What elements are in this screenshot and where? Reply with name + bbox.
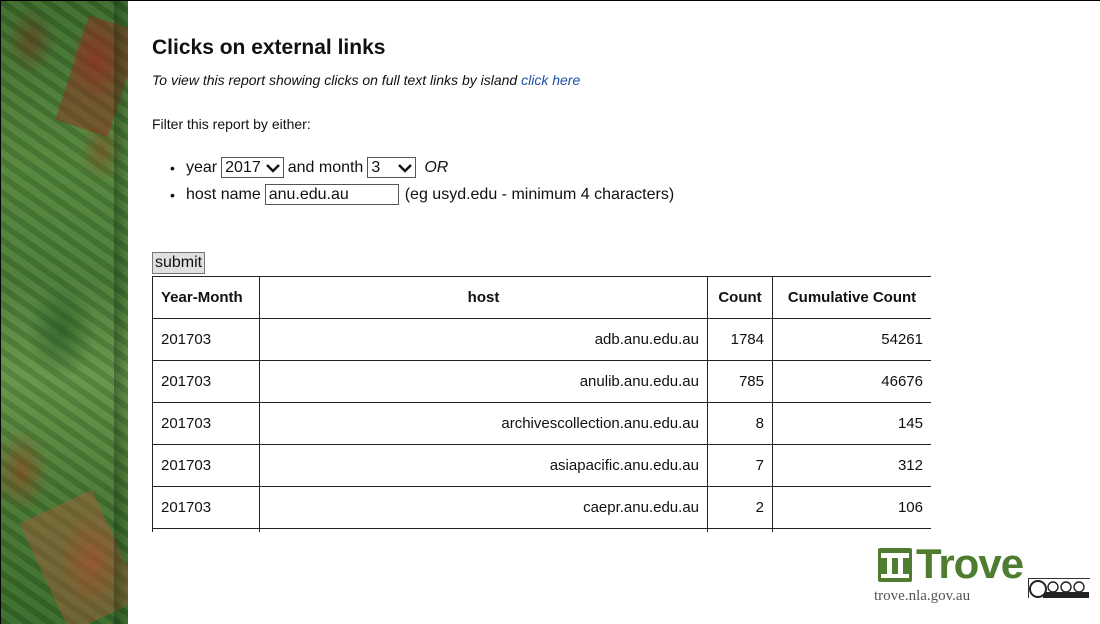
cell-host (259, 528, 708, 532)
table-row: 201703 archivescollection.anu.edu.au 8 1… (152, 402, 931, 445)
chevron-down-icon (265, 162, 280, 174)
and-month-label: and month (287, 158, 364, 176)
table-row: 201703 asiapacific.anu.edu.au 7 312 (152, 444, 931, 487)
cell-host: archivescollection.anu.edu.au (259, 402, 708, 445)
cell-cumulative-count (772, 528, 931, 532)
decorative-banner (1, 1, 128, 624)
cell-count: 2 (707, 486, 773, 529)
report-table: Year-Month host Count Cumulative Count 2… (152, 276, 931, 532)
cell-host: asiapacific.anu.edu.au (259, 444, 708, 487)
trove-logo-url: trove.nla.gov.au (874, 588, 971, 604)
col-header-count: Count (707, 276, 773, 319)
banner-edge (114, 1, 128, 624)
col-header-host: host (259, 276, 708, 319)
table-row: 201703 adb.anu.edu.au 1784 54261 (152, 318, 931, 361)
table-row: 201703 anulib.anu.edu.au 785 46676 (152, 360, 931, 403)
cell-year-month (152, 528, 260, 532)
cell-host: adb.anu.edu.au (259, 318, 708, 361)
cell-cumulative-count: 145 (772, 402, 931, 445)
trove-logo: Trove trove.nla.gov.au (870, 540, 1025, 610)
trove-logo-icon (878, 548, 912, 582)
month-select-value: 3 (371, 158, 381, 176)
cell-cumulative-count: 312 (772, 444, 931, 487)
cell-count: 8 (707, 402, 773, 445)
page-title: Clicks on external links (152, 36, 386, 59)
report-subtitle: To view this report showing clicks on fu… (152, 72, 580, 88)
submit-button[interactable]: submit (152, 252, 206, 274)
cell-cumulative-count: 54261 (772, 318, 931, 361)
filter-intro: Filter this report by either: (152, 116, 311, 132)
cell-count (707, 528, 773, 532)
cell-host: anulib.anu.edu.au (259, 360, 708, 403)
cell-year-month: 201703 (152, 402, 260, 445)
creative-commons-badge-icon (1028, 578, 1091, 599)
table-row: 201703 caepr.anu.edu.au 2 106 (152, 486, 931, 529)
col-header-year-month: Year-Month (152, 276, 260, 319)
report-table-viewport: Year-Month host Count Cumulative Count 2… (152, 276, 931, 532)
filter-list: year 2017 and month 3 OR host name (eg u… (170, 154, 675, 208)
cell-cumulative-count: 46676 (772, 360, 931, 403)
host-name-input[interactable] (264, 184, 399, 205)
frame-top-border (0, 0, 1100, 1)
cell-count: 1784 (707, 318, 773, 361)
click-here-link[interactable]: click here (521, 72, 580, 88)
host-name-hint: (eg usyd.edu - minimum 4 characters) (404, 185, 675, 203)
or-label: OR (424, 158, 449, 176)
trove-logo-text: Trove (916, 540, 1024, 587)
year-select-value: 2017 (225, 158, 261, 176)
cell-count: 7 (707, 444, 773, 487)
cell-year-month: 201703 (152, 486, 260, 529)
year-label: year (186, 158, 218, 176)
table-header-row: Year-Month host Count Cumulative Count (152, 276, 931, 319)
cell-count: 785 (707, 360, 773, 403)
cell-cumulative-count: 106 (772, 486, 931, 529)
cell-year-month: 201703 (152, 360, 260, 403)
year-select[interactable]: 2017 (221, 157, 284, 178)
banner-poster-bottom (19, 489, 128, 624)
cell-year-month: 201703 (152, 318, 260, 361)
host-name-label: host name (186, 185, 261, 203)
cell-year-month: 201703 (152, 444, 260, 487)
subtitle-text: To view this report showing clicks on fu… (152, 72, 522, 88)
table-row (152, 528, 931, 532)
cell-host: caepr.anu.edu.au (259, 486, 708, 529)
chevron-down-icon (398, 162, 413, 174)
month-select[interactable]: 3 (367, 157, 417, 178)
col-header-cumulative-count: Cumulative Count (772, 276, 931, 319)
filter-date-item: year 2017 and month 3 OR (170, 154, 674, 181)
filter-host-item: host name (eg usyd.edu - minimum 4 chara… (170, 181, 675, 208)
